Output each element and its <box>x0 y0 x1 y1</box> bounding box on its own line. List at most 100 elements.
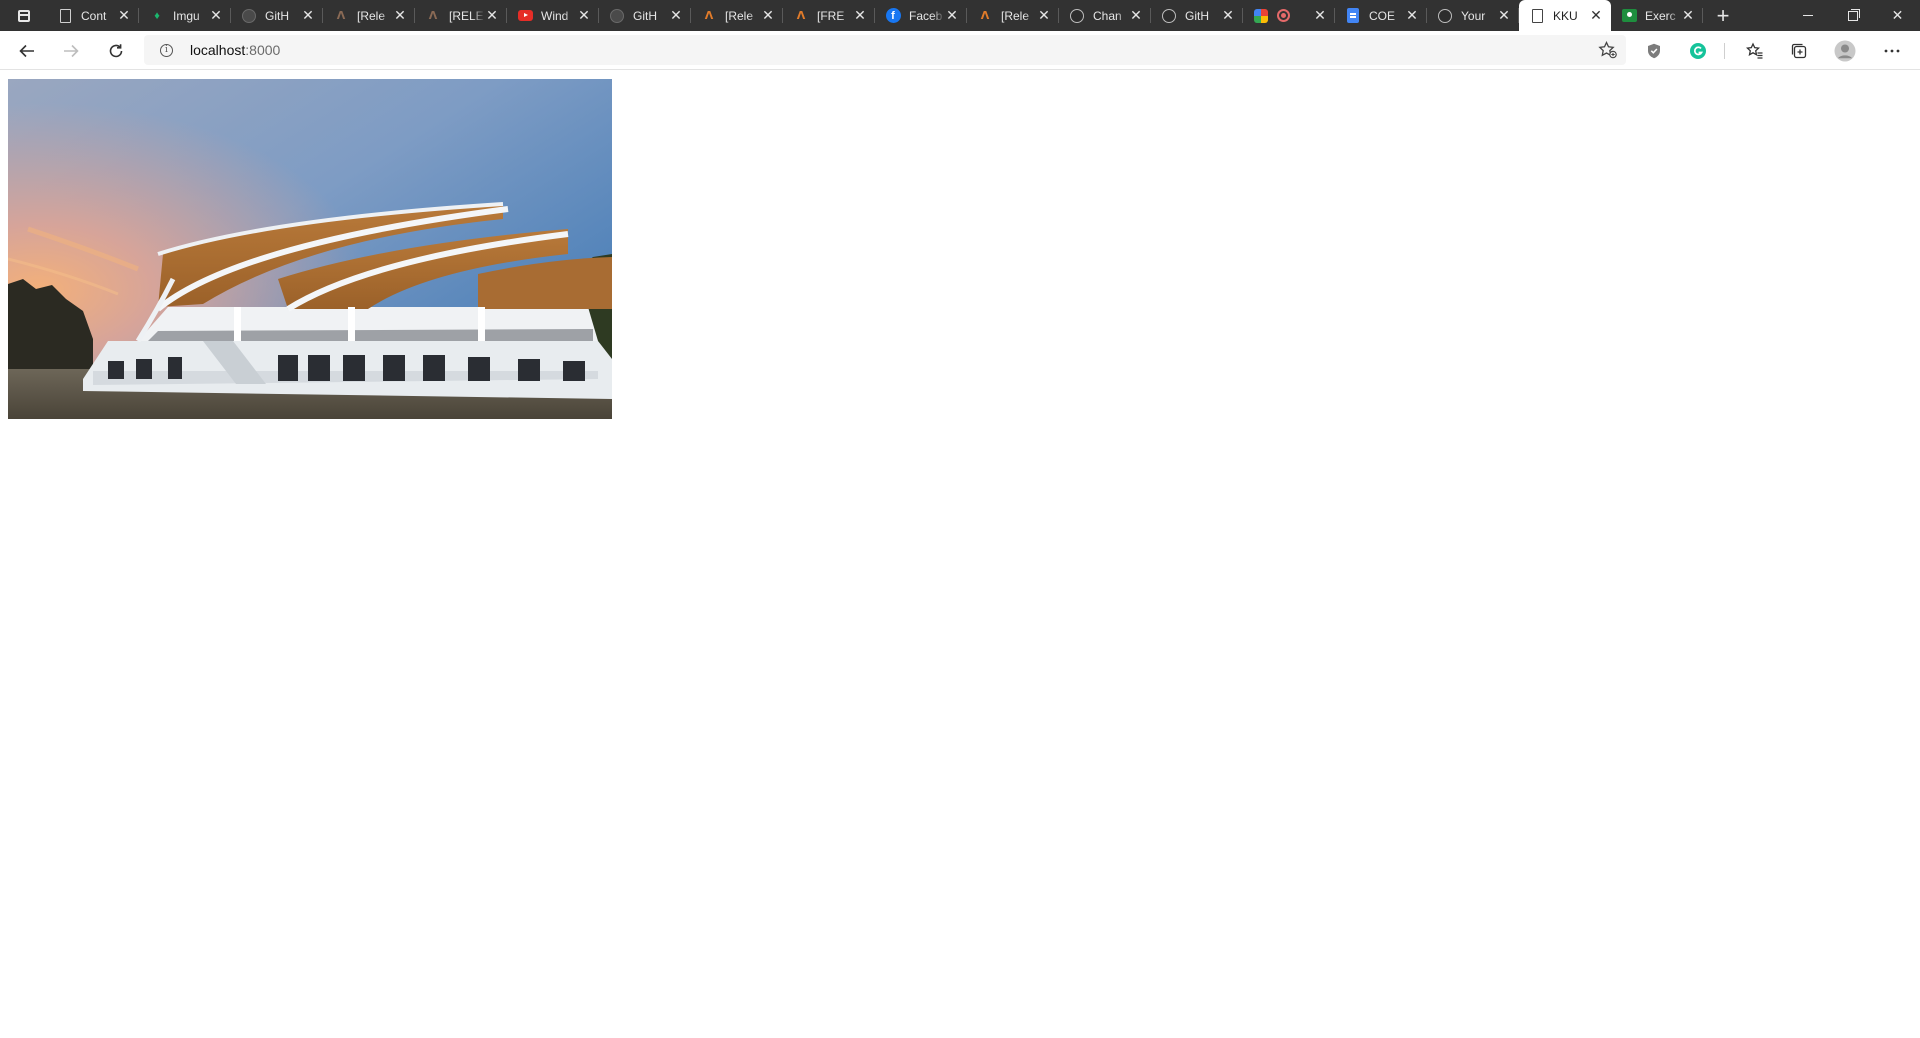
tab[interactable]: Chan ✕ <box>1059 0 1151 31</box>
tab-list: Cont ✕ ♦ Imgu ✕ GitH ✕ Λ [Rele ✕ Λ [RELE… <box>47 0 1703 31</box>
youtube-icon <box>517 8 533 24</box>
tab-close-icon[interactable]: ✕ <box>577 7 591 24</box>
tab-close-icon[interactable]: ✕ <box>1589 7 1603 24</box>
tab-title: Chan <box>1093 8 1122 23</box>
toolbar-separator <box>1724 43 1725 59</box>
new-tab-button[interactable]: + <box>1703 0 1743 31</box>
tab-title: Your <box>1461 8 1486 23</box>
collections-icon <box>1791 43 1807 59</box>
github-icon <box>1069 8 1085 24</box>
artstation-icon: Λ <box>704 9 714 22</box>
tab-close-icon[interactable]: ✕ <box>1681 7 1695 24</box>
tab-close-icon[interactable]: ✕ <box>761 7 775 24</box>
url-host: localhost <box>190 42 246 58</box>
google-multicolor-icon <box>1253 8 1269 24</box>
grammarly-extension-button[interactable] <box>1683 36 1713 66</box>
tab[interactable]: Λ [Rele ✕ <box>691 0 783 31</box>
favorites-button[interactable] <box>1740 36 1770 66</box>
tab-close-icon[interactable]: ✕ <box>1037 7 1051 24</box>
site-info-icon[interactable]: i <box>160 43 173 57</box>
close-window-button[interactable]: ✕ <box>1875 0 1920 31</box>
tab-title: Imgu <box>173 8 200 23</box>
github-icon <box>1437 8 1453 24</box>
tab[interactable]: f Faceb ✕ <box>875 0 967 31</box>
tab[interactable]: GitH ✕ <box>231 0 323 31</box>
kku-building-photo <box>8 79 612 419</box>
shield-icon <box>1648 43 1660 59</box>
star-add-icon <box>1598 40 1617 59</box>
tab-title: [Rele <box>725 8 754 23</box>
tab-title: Exerc <box>1645 8 1676 23</box>
page-icon <box>57 8 73 24</box>
refresh-icon <box>109 44 123 58</box>
recording-icon <box>1277 9 1290 22</box>
refresh-button[interactable] <box>101 36 131 66</box>
tab[interactable]: Λ [Rele ✕ <box>967 0 1059 31</box>
tab-close-icon[interactable]: ✕ <box>393 7 407 24</box>
tab[interactable]: Λ [RELE ✕ <box>415 0 507 31</box>
restore-icon <box>1847 8 1860 21</box>
classroom-icon <box>1621 8 1637 24</box>
tab-title: Wind <box>541 8 569 23</box>
url-text[interactable]: localhost:8000 <box>190 42 280 58</box>
restore-button[interactable] <box>1830 0 1875 31</box>
minimize-icon <box>1802 15 1813 16</box>
settings-more-button[interactable] <box>1877 36 1907 66</box>
avatar-icon <box>1834 40 1856 62</box>
plus-icon: + <box>1716 2 1730 28</box>
github-icon <box>1161 8 1177 24</box>
tab-title: GitH <box>265 8 289 23</box>
forward-arrow-icon <box>64 44 79 58</box>
github-icon <box>609 8 625 24</box>
artstation-icon: Λ <box>796 9 806 22</box>
tab-close-icon[interactable]: ✕ <box>209 7 223 24</box>
tab-close-icon[interactable]: ✕ <box>301 7 315 24</box>
tab-title: [Rele <box>357 8 386 23</box>
tab-actions-button[interactable] <box>0 0 47 31</box>
tab-close-icon[interactable]: ✕ <box>1313 7 1327 24</box>
back-button[interactable] <box>12 36 42 66</box>
minimize-button[interactable] <box>1785 0 1830 31</box>
tab-close-icon[interactable]: ✕ <box>669 7 683 24</box>
back-arrow-icon <box>19 44 34 58</box>
docs-icon <box>1345 8 1361 24</box>
tab-active[interactable]: KKU ✕ <box>1519 0 1611 31</box>
add-favorite-button[interactable] <box>1598 40 1618 64</box>
tab-title: COE <box>1369 8 1396 23</box>
tracking-prevention-button[interactable] <box>1639 36 1669 66</box>
tab-close-icon[interactable]: ✕ <box>117 7 131 24</box>
collections-button[interactable] <box>1784 36 1814 66</box>
tab[interactable]: Λ [FRE ✕ <box>783 0 875 31</box>
forward-button[interactable] <box>56 36 86 66</box>
tab[interactable]: Cont ✕ <box>47 0 139 31</box>
tab[interactable]: Wind ✕ <box>507 0 599 31</box>
tab-title: GitH <box>633 8 657 23</box>
tab-close-icon[interactable]: ✕ <box>1221 7 1235 24</box>
tab[interactable]: GitH ✕ <box>1151 0 1243 31</box>
tab[interactable]: COE ✕ <box>1335 0 1427 31</box>
profile-button[interactable] <box>1830 36 1860 66</box>
tab-title: [RELE <box>449 8 484 23</box>
tab-close-icon[interactable]: ✕ <box>1405 7 1419 24</box>
tab[interactable]: GitH ✕ <box>599 0 691 31</box>
grammarly-icon <box>1690 43 1706 59</box>
github-icon <box>241 8 257 24</box>
tab[interactable]: ✕ <box>1243 0 1335 31</box>
address-bar[interactable]: i localhost:8000 <box>144 35 1626 65</box>
tab-title: Cont <box>81 8 107 23</box>
artstation-icon: Λ <box>980 9 990 22</box>
tab[interactable]: Λ [Rele ✕ <box>323 0 415 31</box>
facebook-icon: f <box>885 8 901 24</box>
tab[interactable]: ♦ Imgu ✕ <box>139 0 231 31</box>
tab-title: [Rele <box>1001 8 1030 23</box>
tab-title: [FRE <box>817 8 845 23</box>
tab-close-icon[interactable]: ✕ <box>485 7 499 24</box>
page-icon <box>1529 8 1545 24</box>
browser-toolbar: i localhost:8000 <box>0 31 1920 70</box>
tab[interactable]: Exerc ✕ <box>1611 0 1703 31</box>
tab-close-icon[interactable]: ✕ <box>945 7 959 24</box>
tab-close-icon[interactable]: ✕ <box>853 7 867 24</box>
tab-close-icon[interactable]: ✕ <box>1497 7 1511 24</box>
tab[interactable]: Your ✕ <box>1427 0 1519 31</box>
tab-close-icon[interactable]: ✕ <box>1129 7 1143 24</box>
